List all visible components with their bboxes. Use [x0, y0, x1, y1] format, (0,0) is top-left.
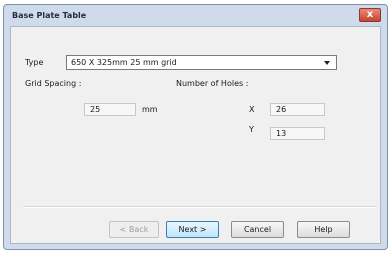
help-button[interactable]: Help: [297, 221, 350, 238]
holes-x-label: X: [249, 105, 255, 114]
back-button[interactable]: < Back: [109, 221, 159, 238]
holes-x-value: 26: [276, 105, 287, 114]
grid-spacing-unit: mm: [142, 105, 158, 114]
cancel-button[interactable]: Cancel: [231, 221, 284, 238]
grid-spacing-label: Grid Spacing :: [25, 79, 82, 88]
button-separator: [23, 206, 377, 208]
next-button[interactable]: Next >: [166, 221, 219, 238]
type-label: Type: [25, 58, 44, 67]
holes-x-field[interactable]: 26: [270, 103, 325, 116]
holes-y-field[interactable]: 13: [270, 127, 325, 140]
holes-y-value: 13: [276, 129, 287, 138]
chevron-down-icon[interactable]: [324, 61, 330, 65]
close-button[interactable]: x: [359, 8, 381, 22]
type-dropdown-value: 650 X 325mm 25 mm grid: [71, 58, 177, 67]
dialog-body: Type 650 X 325mm 25 mm grid Grid Spacing…: [10, 26, 381, 244]
type-dropdown[interactable]: 650 X 325mm 25 mm grid: [66, 55, 337, 70]
close-icon: x: [366, 9, 374, 20]
dialog-title: Base Plate Table: [12, 11, 87, 20]
grid-spacing-field[interactable]: 25: [84, 103, 136, 116]
base-plate-table-dialog: Base Plate Table x Type 650 X 325mm 25 m…: [3, 4, 388, 250]
holes-y-label: Y: [249, 125, 254, 134]
grid-spacing-value: 25: [90, 105, 101, 114]
number-of-holes-label: Number of Holes :: [176, 79, 249, 88]
